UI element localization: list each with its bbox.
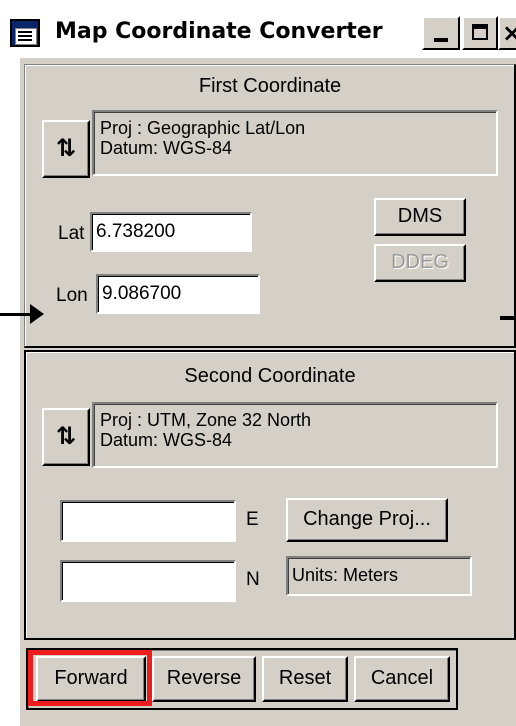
lat-label: Lat — [58, 223, 85, 244]
lat-input[interactable] — [90, 212, 252, 252]
second-proj-line: Proj : UTM, Zone 32 North — [100, 410, 312, 430]
reset-button[interactable]: Reset — [262, 656, 348, 702]
minimize-button[interactable] — [422, 16, 460, 50]
forward-highlight-frame — [28, 650, 152, 706]
first-datum-line: Datum: WGS-84 — [100, 138, 233, 158]
reverse-button[interactable]: Reverse — [152, 656, 256, 702]
lon-input[interactable] — [96, 274, 260, 314]
maximize-button[interactable] — [462, 16, 498, 50]
change-proj-button[interactable]: Change Proj... — [286, 498, 448, 542]
converter-window: Map Coordinate Converter × First Coordin… — [0, 0, 516, 726]
first-coordinate-heading: First Coordinate — [198, 75, 342, 97]
close-icon: × — [502, 19, 516, 47]
swap-arrows-icon: ⇅ — [55, 134, 77, 162]
easting-input[interactable] — [60, 500, 236, 542]
cancel-button[interactable]: Cancel — [354, 656, 450, 702]
easting-label: E — [246, 509, 259, 530]
first-projection-info: Proj : Geographic Lat/Lon Datum: WGS-84 — [92, 110, 498, 176]
app-window-icon[interactable] — [10, 19, 40, 47]
second-projection-info: Proj : UTM, Zone 32 North Datum: WGS-84 — [92, 402, 498, 468]
units-display: Units: Meters — [286, 556, 472, 596]
annotation-tick-mark — [500, 316, 516, 320]
ddeg-button[interactable]: DDEG — [374, 244, 466, 282]
window-title: Map Coordinate Converter — [55, 19, 383, 44]
swap-second-button[interactable]: ⇅ — [42, 408, 90, 466]
swap-arrows-icon: ⇅ — [55, 422, 77, 450]
second-coordinate-heading: Second Coordinate — [184, 365, 356, 387]
swap-first-button[interactable]: ⇅ — [42, 120, 90, 178]
lon-label: Lon — [56, 285, 88, 306]
northing-label: N — [246, 569, 260, 590]
dms-button[interactable]: DMS — [374, 198, 466, 236]
northing-input[interactable] — [60, 560, 236, 602]
close-button[interactable]: × — [498, 16, 516, 50]
first-proj-line: Proj : Geographic Lat/Lon — [100, 118, 306, 138]
second-datum-line: Datum: WGS-84 — [100, 430, 233, 450]
annotation-arrowhead-icon — [30, 304, 44, 324]
annotation-arrow-icon — [0, 313, 32, 316]
